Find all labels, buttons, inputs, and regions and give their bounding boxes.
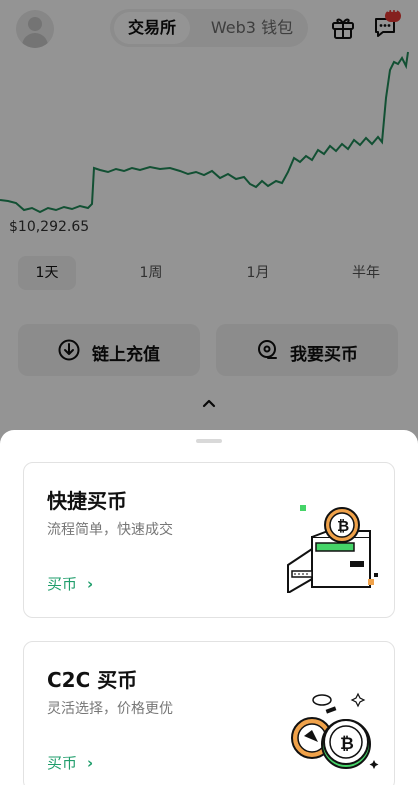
link-label: 买币 [47,754,78,772]
card-title: C2C 买币 [47,668,138,692]
svg-text:₿: ₿ [337,517,349,535]
sheet-handle[interactable] [196,439,222,443]
card-subtitle: 灵活选择，价格更优 [47,701,173,717]
svg-text:₿: ₿ [340,734,354,754]
card-subtitle: 流程简单，快速成交 [47,522,173,538]
c2c-buy-card[interactable]: C2C 买币 灵活选择，价格更优 买币 › ₿ [23,641,395,785]
link-label: 买币 [47,575,78,593]
quick-buy-link[interactable]: 买币 › [47,573,93,594]
coins-illustration: ₿ [291,692,379,769]
bitcoin-atm-illustration: ₿ [287,505,378,593]
chevron-right-icon: › [87,575,94,593]
buy-options-sheet: 快捷买币 流程简单，快速成交 买币 › ₿ C2C 买币 灵活选择，价格更优 买币… [0,430,418,785]
quick-buy-card[interactable]: 快捷买币 流程简单，快速成交 买币 › ₿ [23,462,395,618]
card-title: 快捷买币 [47,489,127,513]
c2c-buy-link[interactable]: 买币 › [47,752,93,773]
chevron-right-icon: › [87,754,94,772]
